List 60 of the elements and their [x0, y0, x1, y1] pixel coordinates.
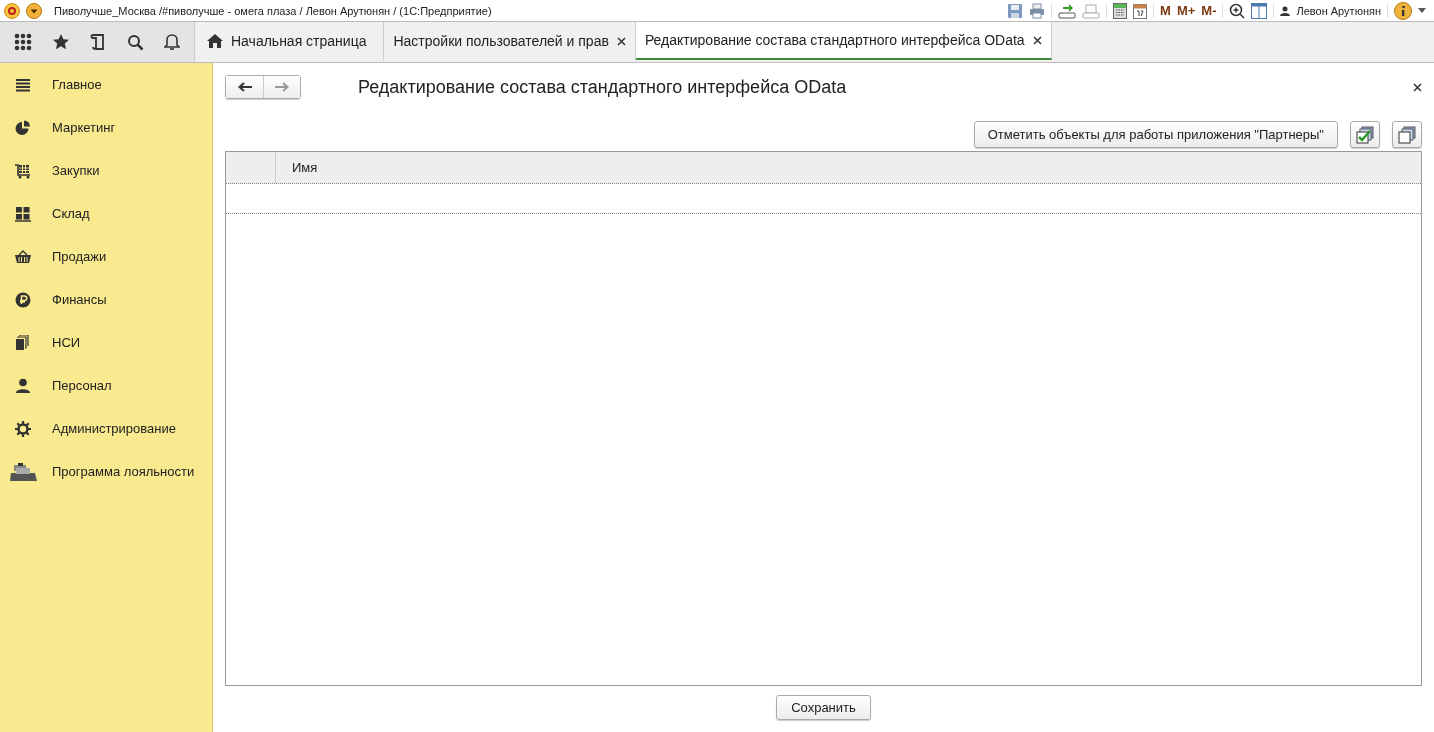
pie-icon [15, 119, 31, 136]
tab[interactable]: Редактирование состава стандартного интерфейса OData [635, 22, 1052, 60]
panel-icon[interactable] [1251, 2, 1268, 19]
ruble-icon [15, 291, 31, 308]
person-icon [15, 377, 31, 394]
window-title: Пиволучше_Москва /#пиволучше - омега плаза / Левон Арутюнян / (1С:Предприятие) [54, 4, 492, 17]
menu-icon [15, 76, 31, 93]
apps-grid-icon[interactable] [14, 33, 33, 51]
close-icon[interactable] [1413, 82, 1422, 92]
calculator-icon[interactable] [1113, 2, 1128, 19]
memory-button[interactable]: M- [1201, 3, 1217, 18]
uncheck-all-button[interactable] [1392, 121, 1422, 148]
close-icon[interactable] [1032, 35, 1042, 45]
close-icon[interactable] [616, 36, 626, 46]
cart-icon [15, 162, 31, 179]
calendar-icon[interactable] [1133, 2, 1148, 19]
sidebar-item[interactable]: НСИ [0, 321, 212, 364]
check-stack-icon [1356, 125, 1374, 144]
pages-icon [15, 334, 31, 351]
navigation-buttons[interactable] [225, 75, 301, 99]
memory-button[interactable]: M+ [1176, 3, 1196, 18]
info-icon[interactable] [1394, 1, 1412, 20]
memory-button[interactable]: M [1160, 3, 1171, 18]
tray-arrow-icon[interactable] [1058, 2, 1077, 19]
home-icon [207, 34, 223, 48]
save-icon[interactable] [1007, 2, 1024, 19]
mark-objects-button[interactable]: Отметить объекты для работы приложения "Партнеры" [973, 121, 1338, 148]
sidebar-item[interactable]: Закупки [0, 149, 212, 192]
tab[interactable]: Начальная страница [195, 22, 385, 62]
register-icon [9, 462, 37, 481]
user-icon [1280, 5, 1291, 16]
arrow-left-icon [237, 82, 252, 92]
tab[interactable]: Настройки пользователей и прав [384, 22, 636, 62]
bell-icon[interactable] [163, 33, 180, 51]
star-icon[interactable] [52, 33, 71, 51]
user-name[interactable]: Левон Арутюнян [1296, 4, 1381, 17]
caret-icon[interactable] [1418, 8, 1426, 13]
basket-icon [15, 248, 31, 265]
sidebar-item[interactable]: Финансы [0, 278, 212, 321]
back-button[interactable] [226, 76, 263, 98]
logo-icon [4, 2, 20, 19]
arrow-right-icon [275, 82, 289, 92]
stack-icon [1398, 125, 1416, 144]
form-title: Редактирование состава стандартного интерфейса OData [358, 76, 847, 98]
grid-icon [15, 205, 31, 222]
search-icon[interactable] [126, 33, 144, 51]
sidebar-item[interactable]: Администрирование [0, 407, 212, 450]
sidebar-item[interactable]: Программа лояльности [0, 450, 212, 493]
save-button[interactable]: Сохранить [776, 695, 871, 720]
sidebar-item[interactable]: Продажи [0, 235, 212, 278]
zoom-in-icon[interactable] [1229, 2, 1246, 19]
sidebar-item[interactable]: Маркетинг [0, 106, 212, 149]
sidebar-item[interactable]: Главное [0, 63, 212, 106]
sidebar-item[interactable]: Склад [0, 192, 212, 235]
dropdown-icon[interactable] [26, 2, 42, 19]
sidebar-item[interactable]: Персонал [0, 364, 212, 407]
history-scroll-icon[interactable] [90, 33, 107, 51]
gear-icon [15, 420, 31, 437]
check-all-button[interactable] [1350, 121, 1380, 148]
printer-icon[interactable] [1029, 2, 1046, 19]
